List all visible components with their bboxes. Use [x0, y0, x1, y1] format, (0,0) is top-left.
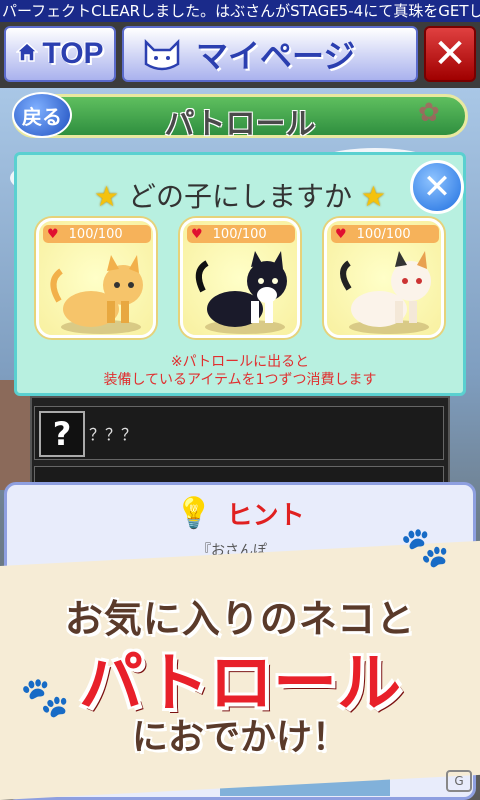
cat-card-tuxedo[interactable]: ♥ 100/100: [180, 218, 300, 338]
dialog-title-row: ★ どの子にしますか ★: [17, 175, 463, 215]
list-item[interactable]: ? ？？？: [34, 406, 444, 460]
ticker-text: パーフェクトCLEARしました。はぶさんがSTAGE5-4にて真珠をGETしま: [2, 2, 480, 20]
star-icon: ★: [360, 180, 387, 213]
corner-logo: G: [446, 770, 472, 792]
patrol-title: パトロール: [164, 107, 316, 142]
heart-icon: ♥: [191, 226, 203, 242]
home-icon: [15, 41, 40, 67]
cat-face-icon: [142, 38, 182, 76]
background-building: [0, 380, 32, 490]
cat-card-calico[interactable]: ♥ 100/100: [324, 218, 444, 338]
note-line-1: ※パトロールに出ると: [170, 354, 310, 370]
star-icon: ★: [93, 180, 120, 213]
dialog-close-button[interactable]: ✕: [410, 160, 464, 214]
top-navigation-bar: TOP マイページ ✕: [0, 22, 480, 88]
cat-calico-icon: [340, 251, 431, 334]
paw-icon: 🐾: [400, 523, 450, 573]
hp-text: 100/100: [212, 226, 267, 242]
cat-card-orange-tabby[interactable]: ♥ 100/100: [36, 218, 156, 338]
cat-tuxedo-icon: [195, 251, 287, 334]
hp-text: 100/100: [68, 226, 123, 242]
close-app-button[interactable]: ✕: [424, 26, 476, 82]
list-item-label: ？？？: [89, 425, 138, 444]
news-ticker: パーフェクトCLEARしました。はぶさんがSTAGE5-4にて真珠をGETしま: [0, 0, 480, 22]
hp-text: 100/100: [356, 226, 411, 242]
cat-orange-tabby-icon: [50, 255, 143, 334]
heart-icon: ♥: [47, 226, 59, 242]
back-button-label: 戻る: [22, 104, 62, 129]
top-button[interactable]: TOP: [4, 26, 116, 82]
promo-line-3: におでかけ！: [131, 717, 348, 758]
mypage-button-label: マイページ: [196, 37, 356, 75]
top-button-label: TOP: [42, 37, 104, 70]
patrol-header: パトロール: [12, 94, 468, 142]
question-icon: ?: [39, 411, 85, 457]
dialog-note: ※パトロールに出ると 装備しているアイテムを1つずつ消費します: [17, 353, 463, 389]
lightbulb-icon: 💡: [175, 496, 213, 531]
rose-icon: ✿: [418, 98, 440, 128]
close-icon: ✕: [422, 167, 452, 207]
dialog-title: どの子にしますか: [127, 180, 352, 213]
back-button[interactable]: 戻る: [12, 92, 72, 138]
hint-title: ヒント: [226, 501, 305, 531]
heart-icon: ♥: [335, 226, 347, 242]
mypage-button[interactable]: マイページ: [122, 26, 418, 82]
close-icon: ✕: [433, 31, 467, 77]
note-line-2: 装備しているアイテムを1つずつ消費します: [103, 372, 377, 388]
